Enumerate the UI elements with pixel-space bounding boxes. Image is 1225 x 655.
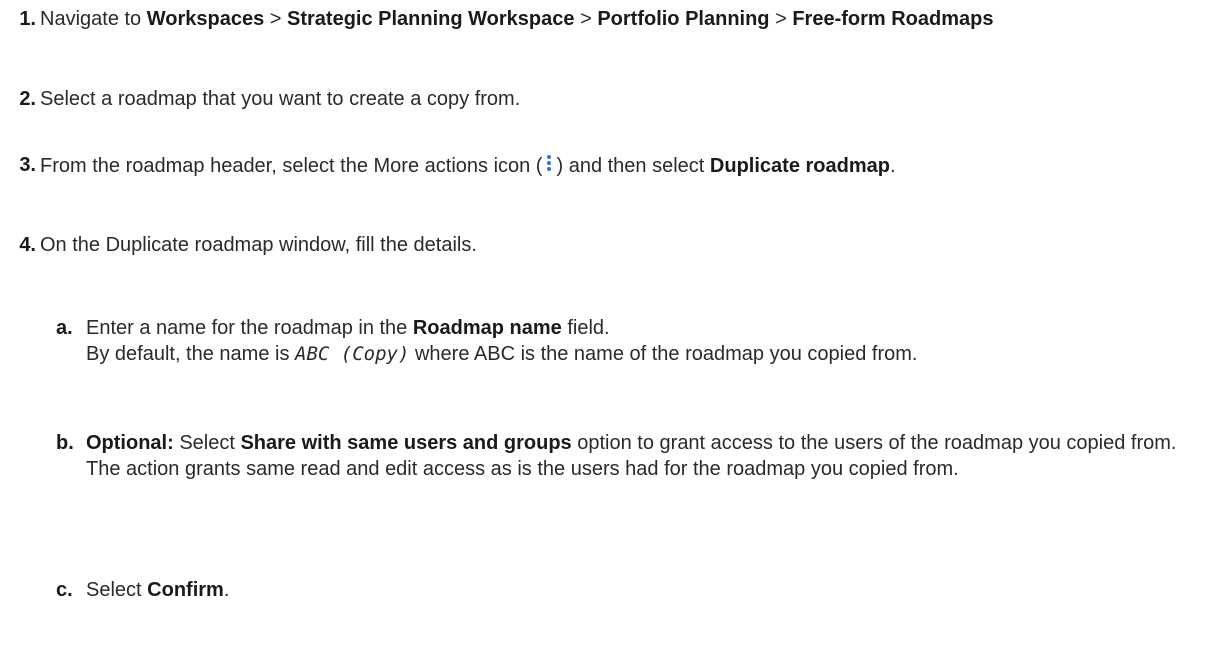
step-number: 3.	[19, 154, 36, 176]
breadcrumb-portfolio-planning: Portfolio Planning	[597, 8, 770, 30]
step-number: 2.	[19, 88, 36, 110]
step-2: 2. Select a roadmap that you want to crea…	[0, 86, 1210, 112]
breadcrumb-strategic-planning-workspace: Strategic Planning Workspace	[287, 8, 575, 30]
step-number: 1.	[19, 8, 36, 30]
breadcrumb-separator: >	[769, 8, 793, 30]
substep-text-part: field.	[561, 317, 610, 339]
substep-c: c. Select Confirm.	[56, 577, 1206, 603]
substep-letter: a.	[56, 317, 73, 339]
substep-text: Select Confirm.	[86, 577, 1196, 603]
substep-text-part: Select	[86, 579, 148, 601]
substep-text-part: By default, the name is	[86, 343, 296, 365]
substep-text-part: option to grant access to the users of t…	[571, 432, 1177, 454]
step-number: 4.	[19, 234, 36, 256]
step-1: 1. Navigate to Workspaces > Strategic Pla…	[0, 6, 1210, 32]
default-name-code: ABC (Copy)	[295, 343, 410, 365]
share-option-label: Share with same users and groups	[240, 432, 572, 454]
optional-label: Optional:	[86, 432, 174, 454]
breadcrumb-free-form-roadmaps: Free-form Roadmaps	[792, 8, 994, 30]
step-text-part: Navigate to	[40, 8, 147, 30]
step-text-part: ) and then select	[556, 155, 710, 177]
substep-text-part: .	[223, 579, 230, 601]
substep-text: Enter a name for the roadmap in the Road…	[86, 315, 1196, 367]
duplicate-roadmap-label: Duplicate roadmap	[709, 155, 890, 177]
procedure-document: 1. Navigate to Workspaces > Strategic Pla…	[0, 0, 1225, 655]
substep-text-part: where ABC is the name of the roadmap you…	[409, 343, 918, 365]
step-text-part: From the roadmap header, select the More…	[40, 155, 543, 177]
roadmap-name-field-label: Roadmap name	[412, 317, 562, 339]
substep-text: Optional: Select Share with same users a…	[86, 430, 1196, 482]
step-3: 3. From the roadmap header, select the Mo…	[0, 152, 1210, 179]
breadcrumb-separator: >	[574, 8, 598, 30]
substep-text-part: Enter a name for the roadmap in the	[86, 317, 413, 339]
substep-a: a. Enter a name for the roadmap in the Ro…	[56, 315, 1206, 367]
substep-b: b. Optional: Select Share with same users…	[56, 430, 1206, 482]
step-text: From the roadmap header, select the More…	[40, 152, 1200, 179]
step-text: On the Duplicate roadmap window, fill th…	[40, 234, 477, 256]
step-4: 4. On the Duplicate roadmap window, fill …	[0, 232, 1210, 258]
step-text-part: .	[889, 155, 896, 177]
confirm-label: Confirm	[147, 579, 224, 601]
step-text: Select a roadmap that you want to create…	[40, 88, 521, 110]
breadcrumb-workspaces: Workspaces	[146, 8, 265, 30]
more-actions-icon	[544, 152, 554, 174]
substep-text-part: Select	[173, 432, 241, 454]
step-text: Navigate to Workspaces > Strategic Plann…	[40, 6, 1200, 32]
breadcrumb-separator: >	[264, 8, 288, 30]
substep-text-part: The action grants same read and edit acc…	[86, 458, 959, 480]
substep-letter: b.	[56, 432, 74, 454]
substep-letter: c.	[56, 579, 73, 601]
